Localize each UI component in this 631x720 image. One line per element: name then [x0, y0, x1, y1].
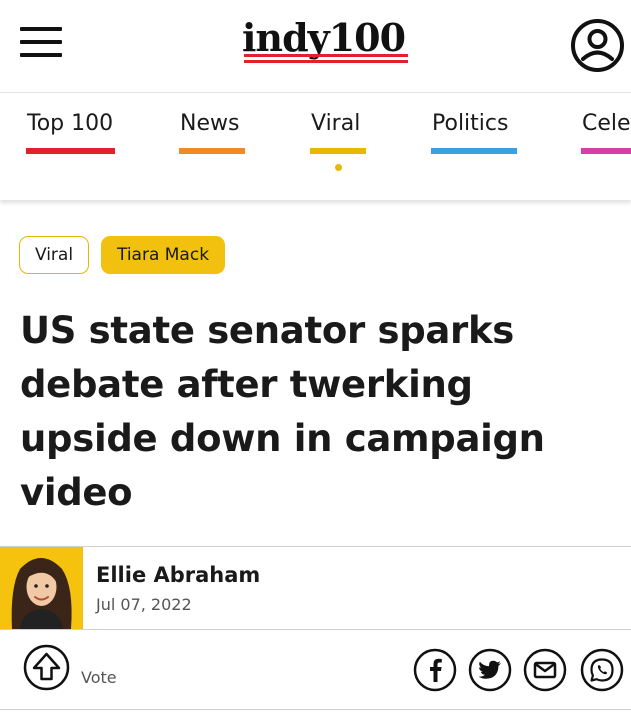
- nav-item-top-100[interactable]: Top 100: [27, 111, 113, 136]
- site-logo[interactable]: indy100: [242, 16, 408, 68]
- nav-item-viral[interactable]: Viral: [311, 111, 360, 136]
- facebook-icon[interactable]: [413, 648, 457, 692]
- publish-date: Jul 07, 2022: [96, 595, 192, 614]
- account-icon[interactable]: [570, 18, 625, 73]
- nav-underline-top-100: [26, 148, 115, 154]
- nav-underline-politics: [431, 148, 517, 154]
- title-line: US state senator sparks: [20, 309, 515, 352]
- title-line: upside down in campaign: [20, 417, 545, 460]
- category-nav: Top 100 News Viral Politics Celeb: [0, 92, 631, 200]
- nav-underline-viral: [310, 148, 366, 154]
- menu-icon[interactable]: [20, 27, 64, 59]
- tag-viral[interactable]: Viral: [19, 236, 89, 274]
- article-title: US state senator sparks debate after twe…: [20, 304, 620, 520]
- nav-underline-celeb: [581, 148, 631, 154]
- twitter-icon[interactable]: [468, 648, 512, 692]
- nav-underline-news: [179, 148, 245, 154]
- avatar[interactable]: [0, 547, 83, 629]
- title-line: video: [20, 471, 133, 514]
- nav-item-politics[interactable]: Politics: [432, 111, 508, 136]
- author-name[interactable]: Ellie Abraham: [96, 563, 260, 587]
- tag-person[interactable]: Tiara Mack: [101, 236, 225, 274]
- email-icon[interactable]: [523, 648, 567, 692]
- nav-item-news[interactable]: News: [180, 111, 239, 136]
- active-indicator-dot: [335, 164, 342, 171]
- vote-label: Vote: [81, 668, 117, 687]
- article-actions: Vote: [0, 632, 631, 710]
- nav-item-celeb[interactable]: Celeb: [582, 111, 631, 136]
- whatsapp-icon[interactable]: [580, 648, 624, 692]
- vote-up-icon[interactable]: [23, 644, 70, 691]
- author-byline: Ellie Abraham Jul 07, 2022: [0, 546, 631, 630]
- title-line: debate after twerking: [20, 363, 473, 406]
- site-header: indy100: [0, 0, 631, 92]
